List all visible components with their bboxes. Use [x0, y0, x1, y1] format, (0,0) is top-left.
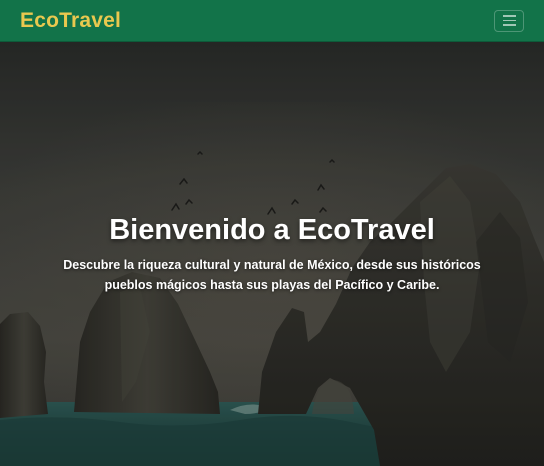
hero-title: Bienvenido a EcoTravel [109, 214, 435, 246]
navbar: EcoTravel [0, 0, 544, 42]
hero-section: Bienvenido a EcoTravel Descubre la rique… [0, 42, 544, 466]
hero-subtitle: Descubre la riqueza cultural y natural d… [63, 258, 481, 292]
hamburger-menu-icon[interactable] [494, 9, 524, 32]
menu-line [502, 24, 516, 26]
hero-background-image [0, 42, 544, 466]
menu-line [502, 15, 516, 17]
menu-line [502, 19, 516, 22]
brand-logo-link[interactable]: EcoTravel [20, 9, 121, 33]
